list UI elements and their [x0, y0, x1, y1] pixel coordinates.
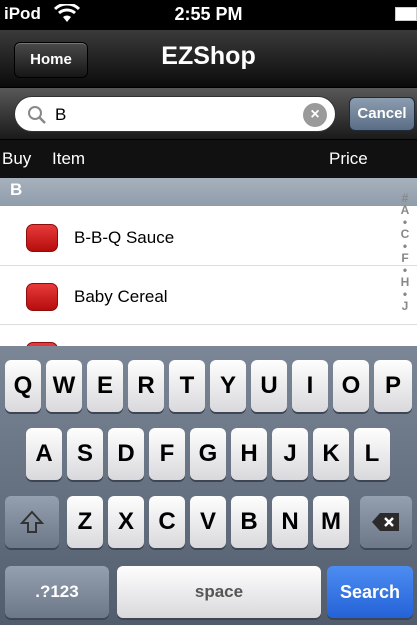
- search-text: B: [55, 105, 67, 124]
- buy-checkbox[interactable]: [26, 283, 58, 311]
- battery-icon: [395, 7, 417, 21]
- key-w[interactable]: W: [46, 360, 82, 412]
- index-letter[interactable]: J: [394, 300, 416, 312]
- key-c[interactable]: C: [149, 496, 185, 548]
- key-v[interactable]: V: [190, 496, 226, 548]
- item-list[interactable]: B B-B-Q Sauce Baby Cereal: [0, 178, 417, 346]
- backspace-icon: [372, 513, 399, 531]
- key-m[interactable]: M: [313, 496, 349, 548]
- search-input[interactable]: B ×: [14, 96, 336, 132]
- key-h[interactable]: H: [231, 428, 267, 480]
- key-s[interactable]: S: [67, 428, 103, 480]
- item-column-label: Item: [52, 149, 86, 168]
- key-u[interactable]: U: [251, 360, 287, 412]
- key-k[interactable]: K: [313, 428, 349, 480]
- key-e[interactable]: E: [87, 360, 123, 412]
- page-title: EZShop: [161, 42, 256, 70]
- key-r[interactable]: R: [128, 360, 164, 412]
- shift-icon: [19, 510, 45, 533]
- key-i[interactable]: I: [292, 360, 328, 412]
- numbers-key[interactable]: .?123: [5, 566, 109, 618]
- cancel-button[interactable]: Cancel: [349, 97, 415, 131]
- buy-column-label: Buy: [2, 149, 32, 168]
- backspace-key[interactable]: [360, 496, 412, 548]
- search-bar: B × Cancel: [0, 88, 417, 140]
- key-g[interactable]: G: [190, 428, 226, 480]
- section-header: B: [0, 178, 417, 206]
- key-y[interactable]: Y: [210, 360, 246, 412]
- space-key[interactable]: space: [117, 566, 321, 618]
- list-item[interactable]: B-B-Q Sauce: [0, 208, 417, 266]
- key-d[interactable]: D: [108, 428, 144, 480]
- key-o[interactable]: O: [333, 360, 369, 412]
- key-l[interactable]: L: [354, 428, 390, 480]
- clear-icon[interactable]: ×: [303, 103, 327, 127]
- navigation-bar: Home EZShop: [0, 30, 417, 88]
- item-name: Baby Cereal: [74, 287, 168, 306]
- price-column-label: Price: [329, 149, 368, 168]
- key-n[interactable]: N: [272, 496, 308, 548]
- key-x[interactable]: X: [108, 496, 144, 548]
- search-icon: [28, 106, 46, 124]
- buy-checkbox[interactable]: [26, 224, 58, 252]
- shift-key[interactable]: [5, 496, 59, 548]
- key-a[interactable]: A: [26, 428, 62, 480]
- item-name: B-B-Q Sauce: [74, 228, 175, 247]
- key-t[interactable]: T: [169, 360, 205, 412]
- clock: 2:55 PM: [174, 4, 243, 24]
- section-index[interactable]: # A • C • F • H • J: [394, 192, 416, 344]
- list-item[interactable]: Baby Cereal: [0, 267, 417, 325]
- status-bar: iPod 2:55 PM: [0, 0, 417, 30]
- key-j[interactable]: J: [272, 428, 308, 480]
- keyboard: Q W E R T Y U I O P A S D F G H J K L Z …: [0, 346, 417, 625]
- search-key[interactable]: Search: [327, 566, 413, 618]
- key-f[interactable]: F: [149, 428, 185, 480]
- list-item[interactable]: [0, 326, 417, 346]
- key-p[interactable]: P: [374, 360, 412, 412]
- key-b[interactable]: B: [231, 496, 267, 548]
- column-header: Buy Item Price: [0, 140, 417, 178]
- key-q[interactable]: Q: [5, 360, 41, 412]
- key-z[interactable]: Z: [67, 496, 103, 548]
